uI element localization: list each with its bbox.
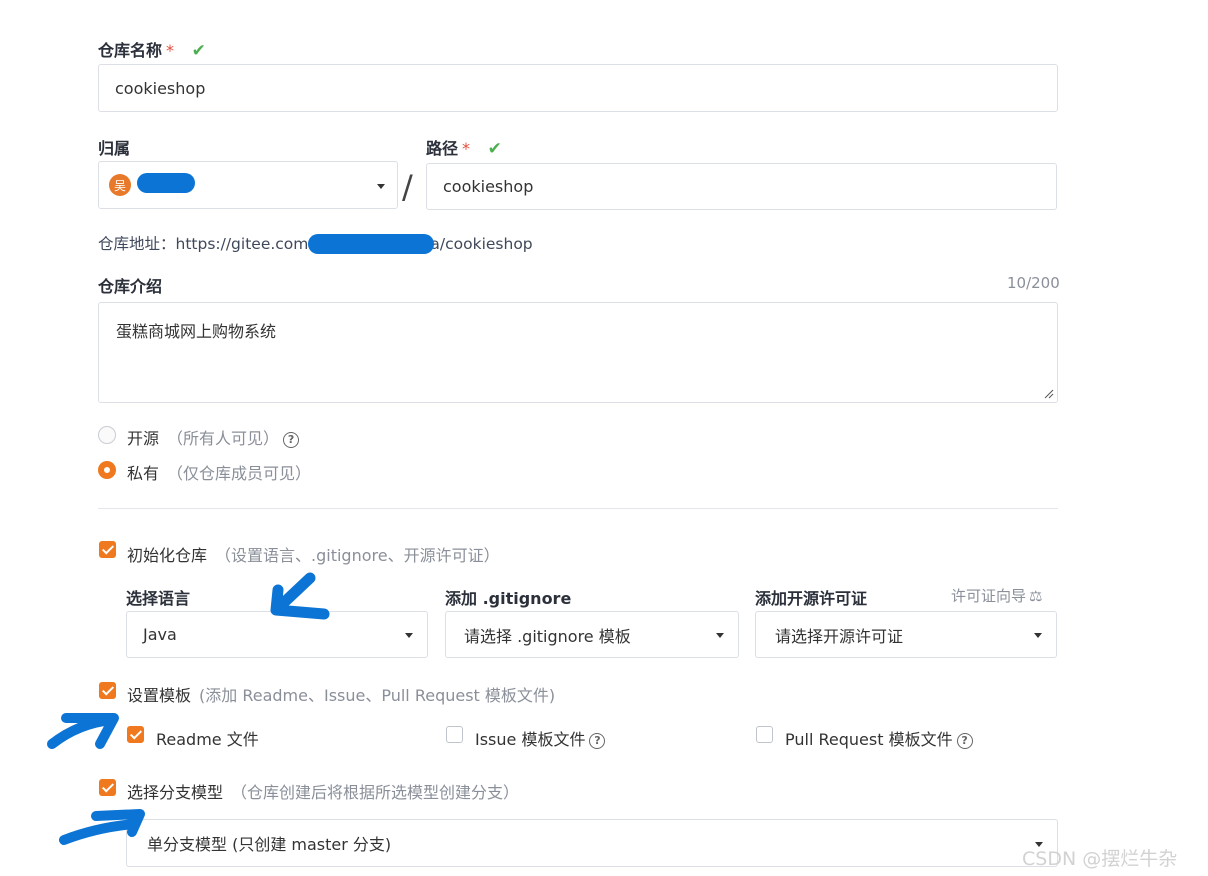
chevron-down-icon (377, 184, 385, 189)
check-icon: ✔ (191, 41, 206, 61)
branch-value: 单分支模型 (只创建 master 分支) (147, 835, 392, 854)
chevron-down-icon (405, 633, 413, 638)
template-option: 设置模板 (添加 Readme、Issue、Pull Request 模板文件) (127, 686, 556, 705)
required-mark: * (462, 139, 471, 158)
language-value: Java (143, 625, 177, 644)
branch-checkbox[interactable] (99, 779, 116, 796)
pr-option: Pull Request 模板文件? (785, 726, 973, 750)
license-value: 请选择开源许可证 (775, 626, 904, 646)
readme-label: Readme 文件 (156, 730, 259, 749)
chevron-down-icon (716, 633, 724, 638)
branch-select[interactable]: 单分支模型 (只创建 master 分支) (126, 819, 1058, 867)
divider (98, 508, 1058, 509)
init-repo-option: 初始化仓库 （设置语言、.gitignore、开源许可证） (127, 546, 500, 565)
description-label: 仓库介绍 (98, 277, 163, 296)
help-icon[interactable]: ? (283, 431, 300, 448)
gitignore-select[interactable]: 请选择 .gitignore 模板 (445, 611, 739, 658)
resize-handle-icon[interactable] (1044, 389, 1054, 399)
private-radio[interactable] (98, 461, 116, 479)
public-option: 开源 （所有人可见）? (127, 425, 300, 449)
description-value: 蛋糕商城网上购物系统 (116, 322, 277, 341)
path-input[interactable]: cookieshop (426, 163, 1057, 210)
help-icon[interactable]: ? (589, 732, 606, 749)
public-radio[interactable] (98, 426, 116, 444)
language-label: 选择语言 (126, 589, 191, 608)
check-icon: ✔ (487, 139, 502, 159)
annotation-arrow (47, 713, 119, 749)
watermark: CSDN @摆烂牛杂 (1022, 848, 1178, 870)
owner-label: 归属 (98, 139, 131, 158)
avatar: 吴 (109, 174, 131, 196)
template-checkbox[interactable] (99, 682, 116, 699)
balance-scale-icon: ⚖ (1029, 587, 1043, 605)
repo-name-value: cookieshop (115, 78, 206, 98)
license-label: 添加开源许可证 (755, 589, 868, 608)
readme-checkbox[interactable] (127, 726, 144, 743)
issue-checkbox[interactable] (446, 726, 463, 743)
issue-option: Issue 模板文件? (475, 726, 606, 750)
gitignore-label: 添加 .gitignore (445, 589, 572, 608)
required-mark: * (166, 41, 175, 60)
redaction-mark (308, 234, 434, 254)
chevron-down-icon (1034, 633, 1042, 638)
path-value: cookieshop (443, 177, 534, 196)
repo-name-input[interactable]: cookieshop (98, 64, 1058, 112)
language-select[interactable]: Java (126, 611, 428, 658)
license-guide-link[interactable]: 许可证向导 ⚖ (951, 585, 1042, 606)
path-label: 路径 * ✔ (426, 139, 502, 159)
license-select[interactable]: 请选择开源许可证 (755, 611, 1057, 658)
path-separator: / (402, 168, 413, 206)
description-textarea[interactable]: 蛋糕商城网上购物系统 (98, 302, 1058, 403)
private-option: 私有 （仅仓库成员可见） (127, 464, 312, 483)
annotation-arrow (270, 572, 330, 620)
gitignore-value: 请选择 .gitignore 模板 (464, 626, 631, 646)
pr-checkbox[interactable] (756, 726, 773, 743)
redaction-mark (137, 173, 195, 193)
branch-option: 选择分支模型 （仓库创建后将根据所选模型创建分支） (127, 783, 520, 802)
help-icon[interactable]: ? (956, 732, 973, 749)
init-repo-checkbox[interactable] (99, 541, 116, 558)
repo-name-label: 仓库名称 * ✔ (98, 41, 206, 61)
description-counter: 10/200 (1007, 274, 1060, 292)
